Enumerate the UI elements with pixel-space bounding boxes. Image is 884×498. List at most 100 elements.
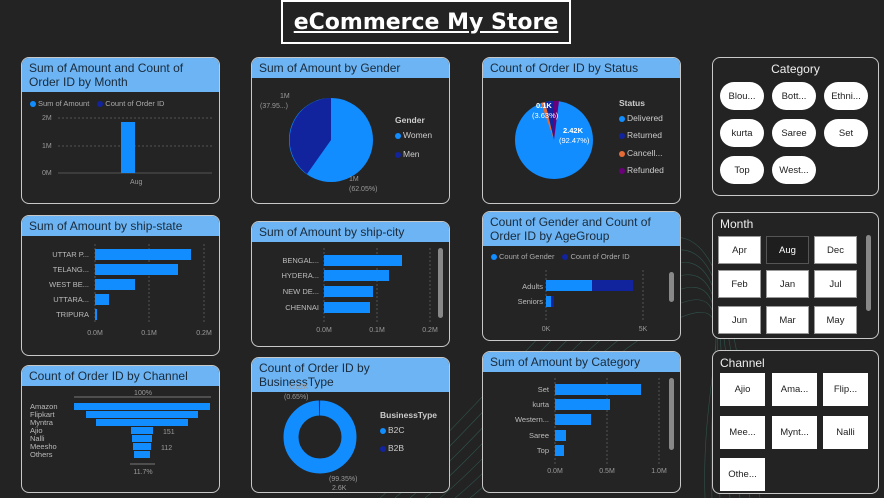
svg-text:Saree: Saree (529, 431, 549, 440)
city-chart-title: Sum of Amount by ship-city (252, 222, 449, 242)
status-chart-card[interactable]: Count of Order ID by Status 0.1K (3.63%)… (482, 57, 681, 204)
category-bar-set (555, 384, 641, 395)
city-chart-card[interactable]: Sum of Amount by ship-city BENGAL... HYD… (251, 221, 450, 347)
dashboard-title: eCommerce My Store (293, 9, 559, 35)
channel-bar-flipkart (86, 411, 198, 418)
month-chart-legend: Sum of Amount Count of Order ID (30, 99, 164, 108)
month-bar-aug (121, 122, 135, 173)
channel-bar-ajio (131, 427, 153, 434)
svg-text:Adults: Adults (522, 282, 543, 291)
month-chart-title: Sum of Amount and Count of Order ID by M… (22, 58, 219, 92)
status-legend-delivered: Delivered (619, 113, 663, 123)
month-option-jun[interactable]: Jun (718, 306, 761, 334)
channel-option-myntra[interactable]: Mynt... (772, 416, 817, 449)
month-option-may[interactable]: May (814, 306, 857, 334)
month-chart-card[interactable]: Sum of Amount and Count of Order ID by M… (21, 57, 220, 204)
svg-text:5K: 5K (639, 326, 648, 333)
state-bar-1 (95, 249, 191, 260)
channel-bar-nalli (132, 435, 152, 442)
month-xtick-aug: Aug (130, 179, 143, 186)
channel-chart-card[interactable]: Count of Order ID by Channel 100% Amazon… (21, 365, 220, 493)
category-option-bottom[interactable]: Bott... (772, 82, 816, 110)
channel-option-nalli[interactable]: Nalli (823, 416, 868, 449)
month-ytick-1m: 1M (42, 143, 52, 150)
channel-option-meesho[interactable]: Mee... (720, 416, 765, 449)
gender-chart-plot: 1M (37.95...) 1M (62.05%) (260, 93, 377, 193)
city-bar-4 (324, 302, 370, 313)
status-legend-title: Status (619, 98, 645, 108)
month-option-apr[interactable]: Apr (718, 236, 761, 264)
month-slicer-scrollbar[interactable] (866, 235, 871, 311)
channel-bar-meesho (133, 443, 151, 450)
svg-text:0.02K: 0.02K (290, 384, 309, 391)
month-ytick-2m: 2M (42, 115, 52, 122)
category-option-top[interactable]: Top (720, 156, 764, 184)
svg-text:NEW DE...: NEW DE... (283, 287, 319, 296)
category-option-blouse[interactable]: Blou... (720, 82, 764, 110)
category-option-set[interactable]: Set (824, 119, 868, 147)
channel-bar-amazon (74, 403, 210, 410)
svg-text:UTTAR P...: UTTAR P... (52, 250, 89, 259)
svg-text:Set: Set (538, 385, 550, 394)
month-option-jan[interactable]: Jan (766, 270, 809, 298)
month-option-jul[interactable]: Jul (814, 270, 857, 298)
city-chart-scrollbar[interactable] (438, 248, 443, 318)
channel-chart-plot: 100% Amazon Flipkart Myntra Ajio Nalli M… (30, 390, 211, 476)
dashboard-title-box: eCommerce My Store (281, 0, 571, 44)
category-chart-card[interactable]: Sum of Amount by Category Set kurta West… (482, 351, 681, 493)
channel-option-flipkart[interactable]: Flip... (823, 373, 868, 406)
status-legend-cancelled: Cancell... (619, 148, 662, 158)
svg-text:0.1M: 0.1M (369, 327, 385, 334)
state-chart-title: Sum of Amount by ship-state (22, 216, 219, 236)
city-bar-1 (324, 255, 402, 266)
category-option-western[interactable]: West... (772, 156, 816, 184)
category-option-ethnic[interactable]: Ethni... (824, 82, 868, 110)
gender-legend-men: Men (395, 149, 420, 159)
channel-option-amazon[interactable]: Ama... (772, 373, 817, 406)
agegroup-bar-seniors-orders (551, 296, 554, 307)
state-bar-4 (95, 294, 109, 305)
gender-chart-title: Sum of Amount by Gender (252, 58, 449, 78)
state-chart-card[interactable]: Sum of Amount by ship-state UTTAR P... T… (21, 215, 220, 356)
business-chart-card[interactable]: Count of Order ID by BusinessType 0.02K … (251, 357, 450, 493)
svg-text:1.0M: 1.0M (651, 468, 667, 475)
channel-option-ajio[interactable]: Ajio (720, 373, 765, 406)
svg-text:2.6K: 2.6K (332, 485, 347, 492)
svg-text:Top: Top (537, 446, 549, 455)
city-bar-3 (324, 286, 373, 297)
category-option-kurta[interactable]: kurta (720, 119, 764, 147)
business-legend-title: BusinessType (380, 410, 438, 420)
svg-text:2.42K: 2.42K (563, 126, 584, 135)
svg-text:1M: 1M (280, 93, 290, 100)
business-legend-b2b: B2B (380, 443, 404, 453)
svg-text:112: 112 (161, 445, 172, 452)
svg-text:TRIPURA: TRIPURA (56, 310, 89, 319)
svg-text:(0.65%): (0.65%) (284, 394, 309, 401)
category-chart-scrollbar[interactable] (669, 378, 674, 450)
state-bar-3 (95, 279, 135, 290)
agegroup-chart-legend: Count of Gender Count of Order ID (491, 252, 630, 261)
month-option-feb[interactable]: Feb (718, 270, 761, 298)
month-option-dec[interactable]: Dec (814, 236, 857, 264)
agegroup-chart-card[interactable]: Count of Gender and Count of Order ID by… (482, 211, 681, 341)
category-option-saree[interactable]: Saree (772, 119, 816, 147)
category-bar-top (555, 445, 564, 456)
month-chart-plot: 2M 1M 0M Aug (42, 115, 212, 186)
agegroup-bar-adults-gender (546, 280, 592, 291)
gender-legend-title: Gender (395, 115, 425, 125)
status-chart-plot: 0.1K (3.63%) 2.42K (92.47%) (515, 100, 593, 179)
month-option-aug[interactable]: Aug (766, 236, 809, 264)
svg-text:0.0M: 0.0M (316, 327, 332, 334)
channel-option-others[interactable]: Othe... (720, 458, 765, 491)
month-option-mar[interactable]: Mar (766, 306, 809, 334)
category-slicer-title: Category (771, 62, 820, 76)
business-slice-b2c (283, 400, 357, 474)
channel-chart-title: Count of Order ID by Channel (22, 366, 219, 386)
state-bar-5 (95, 309, 97, 320)
svg-text:11.7%: 11.7% (133, 469, 152, 476)
svg-text:CHENNAI: CHENNAI (285, 303, 319, 312)
svg-text:0.2M: 0.2M (422, 327, 438, 334)
status-legend-returned: Returned (619, 130, 662, 140)
gender-chart-card[interactable]: Sum of Amount by Gender 1M (37.95...) 1M… (251, 57, 450, 204)
agegroup-chart-scrollbar[interactable] (669, 272, 674, 302)
